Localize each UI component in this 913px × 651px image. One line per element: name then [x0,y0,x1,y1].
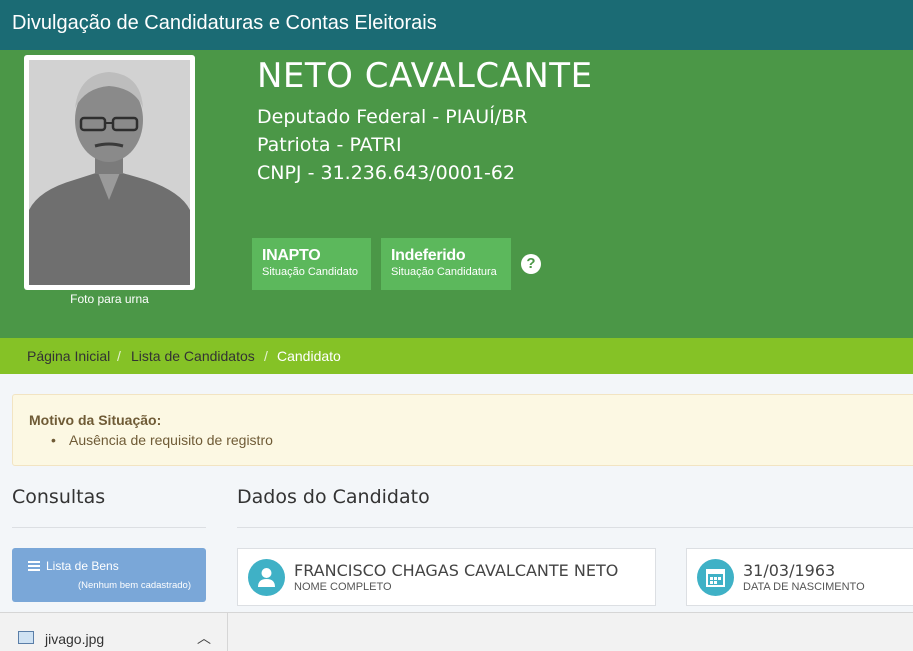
situation-alert: Motivo da Situação: • Ausência de requis… [12,394,913,466]
candidate-photo [29,60,190,285]
dados-divider [237,527,913,528]
status-candidato-label: Situação Candidato [262,266,359,278]
candidate-hero: Foto para urna NETO CAVALCANTE Deputado … [0,50,913,338]
question-circle-icon[interactable]: ? [521,254,541,274]
calendar-icon [697,559,734,596]
candidate-photo-frame [24,55,195,290]
nome-completo-label: NOME COMPLETO [294,581,392,593]
data-nascimento-label: DATA DE NASCIMENTO [743,581,865,593]
breadcrumb: Página Inicial / Lista de Candidatos / C… [0,338,913,374]
breadcrumb-current: Candidato [277,348,341,364]
info-card-nome-completo: FRANCISCO CHAGAS CAVALCANTE NETO NOME CO… [237,548,656,606]
alert-reason-item: Ausência de requisito de registro [69,432,273,448]
download-item[interactable]: jivago.jpg ︿ [0,613,228,651]
candidate-party: Patriota - PATRI [257,134,402,156]
breadcrumb-home-link[interactable]: Página Inicial [27,348,110,364]
image-file-icon [18,631,34,644]
consultas-title: Consultas [12,486,106,508]
consultas-divider [12,527,206,528]
breadcrumb-separator: / [264,348,268,364]
nome-completo-value: FRANCISCO CHAGAS CAVALCANTE NETO [294,561,619,580]
top-header-bar: Divulgação de Candidaturas e Contas Elei… [0,0,913,50]
lista-de-bens-subtext: (Nenhum bem cadastrado) [78,580,191,591]
download-file-name: jivago.jpg [45,631,105,647]
candidate-office: Deputado Federal - PIAUÍ/BR [257,106,528,128]
candidate-cnpj: CNPJ - 31.236.643/0001-62 [257,162,516,184]
dados-title: Dados do Candidato [237,486,430,508]
data-nascimento-value: 31/03/1963 [743,561,836,580]
browser-download-bar: jivago.jpg ︿ [0,612,913,651]
bullet-icon: • [51,432,56,448]
candidate-name: NETO CAVALCANTE [257,56,593,96]
photo-caption: Foto para urna [70,292,149,306]
status-candidatura-value: Indeferido [391,247,466,264]
chevron-up-icon[interactable]: ︿ [197,628,211,648]
site-title: Divulgação de Candidaturas e Contas Elei… [12,12,437,34]
info-card-data-nascimento: 31/03/1963 DATA DE NASCIMENTO [686,548,913,606]
lista-de-bens-label: Lista de Bens [46,559,119,573]
breadcrumb-list-link[interactable]: Lista de Candidatos [131,348,255,364]
alert-heading: Motivo da Situação: [29,412,162,428]
list-icon [28,561,40,571]
status-candidato-badge: INAPTO Situação Candidato [252,238,371,290]
status-candidato-value: INAPTO [262,247,321,264]
status-candidatura-label: Situação Candidatura [391,266,497,278]
breadcrumb-separator: / [117,348,121,364]
status-candidatura-badge: Indeferido Situação Candidatura [381,238,511,290]
user-icon [248,559,285,596]
lista-de-bens-button[interactable]: Lista de Bens (Nenhum bem cadastrado) [12,548,206,602]
